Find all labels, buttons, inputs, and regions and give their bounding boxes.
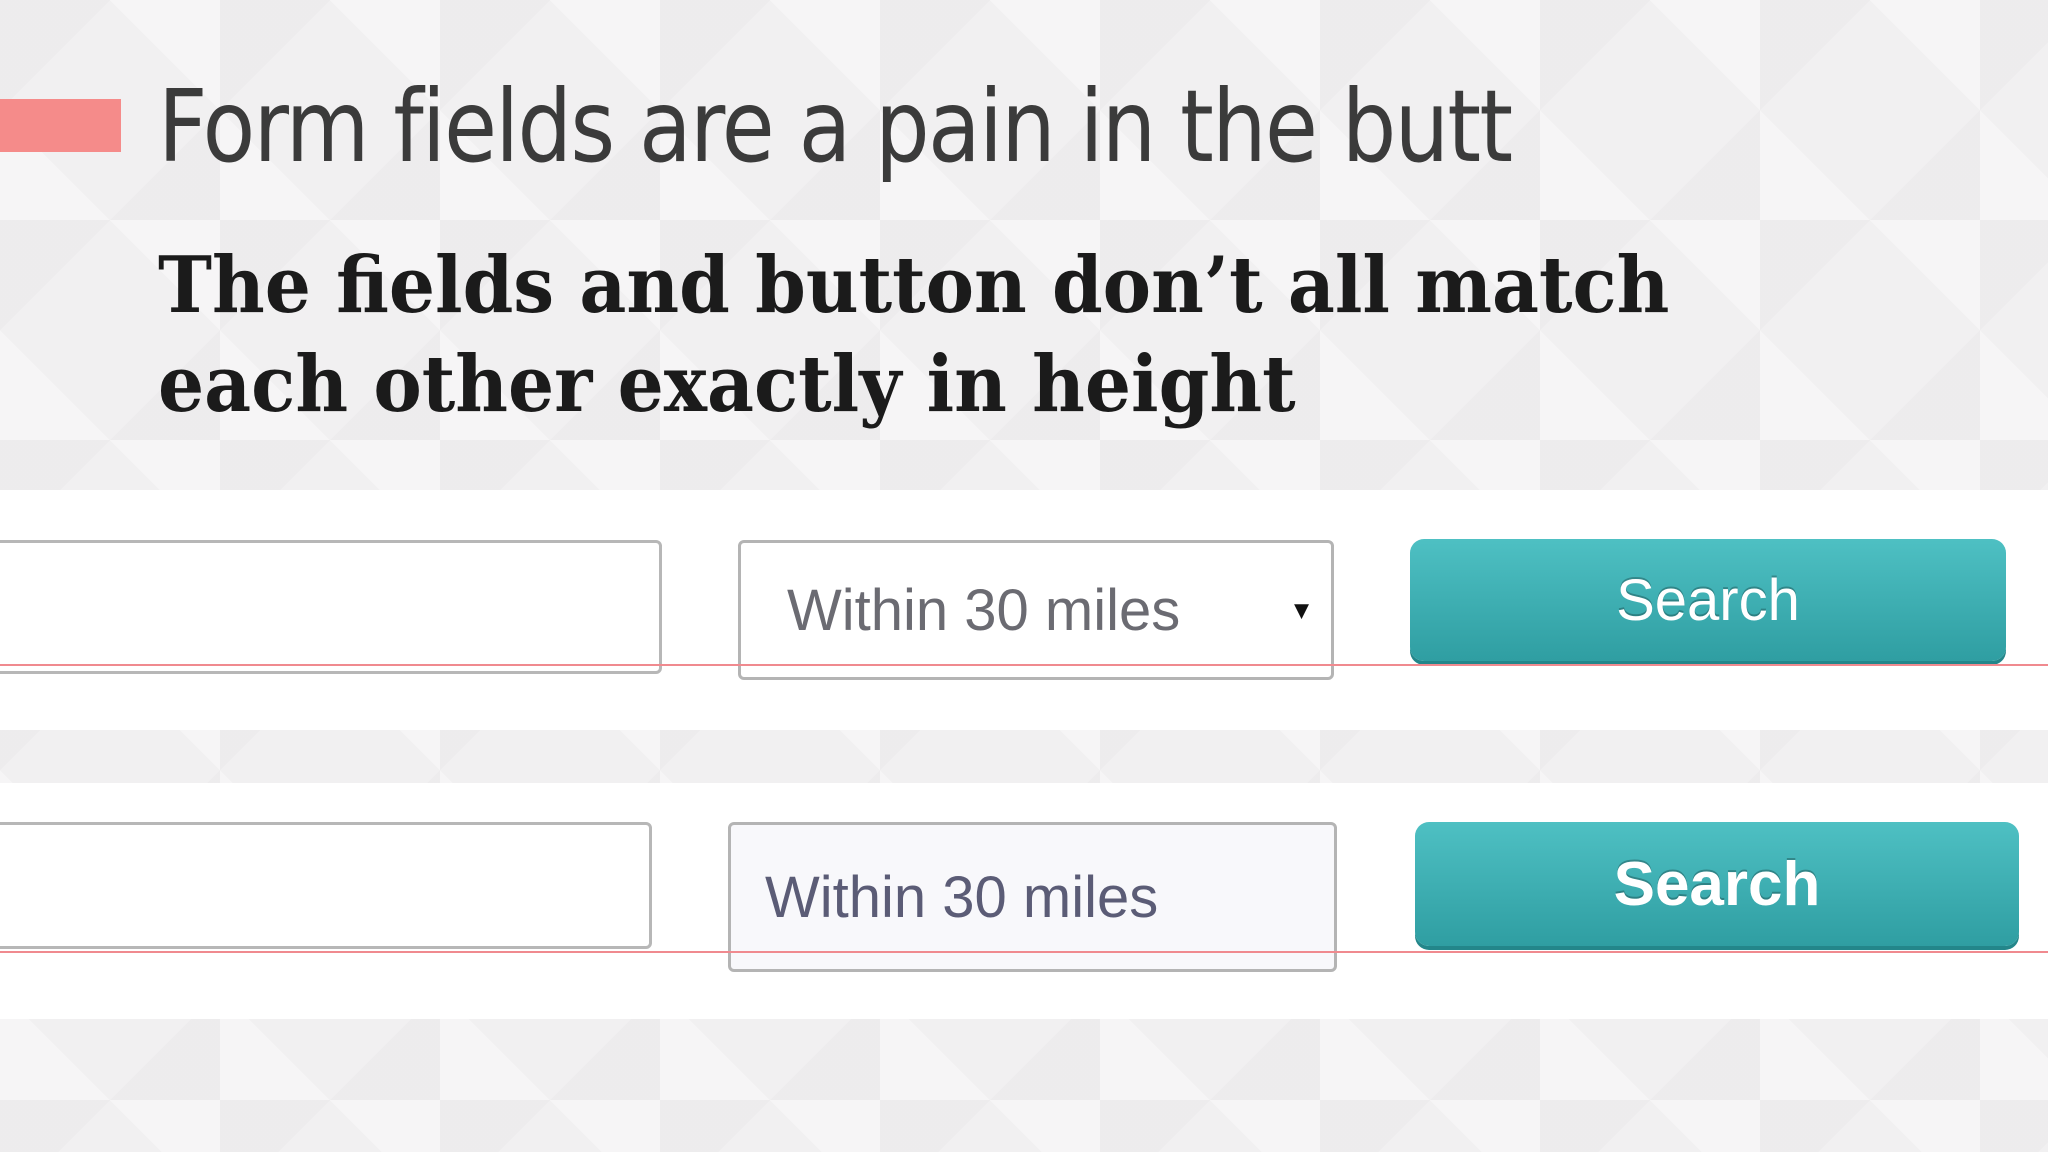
distance-select[interactable]: Within 30 miles ▾ (738, 540, 1334, 680)
location-input[interactable] (0, 540, 662, 674)
location-input[interactable] (0, 822, 652, 949)
alignment-guide-line (0, 664, 2048, 666)
slide-subtitle: The fields and button don’t all match ea… (158, 240, 1670, 430)
distance-select-value: Within 30 miles (787, 577, 1181, 643)
distance-select[interactable]: Within 30 miles (728, 822, 1337, 972)
distance-select-value: Within 30 miles (765, 864, 1159, 930)
slide-title: Form fields are a pain in the butt (158, 68, 1513, 185)
accent-bar (0, 99, 121, 152)
search-button[interactable]: Search (1410, 539, 2006, 661)
dropdown-arrow-icon: ▾ (1293, 593, 1309, 627)
search-button-label: Search (1613, 849, 1821, 919)
search-button-label: Search (1616, 567, 1800, 633)
alignment-guide-line (0, 951, 2048, 953)
search-button[interactable]: Search (1415, 822, 2019, 946)
